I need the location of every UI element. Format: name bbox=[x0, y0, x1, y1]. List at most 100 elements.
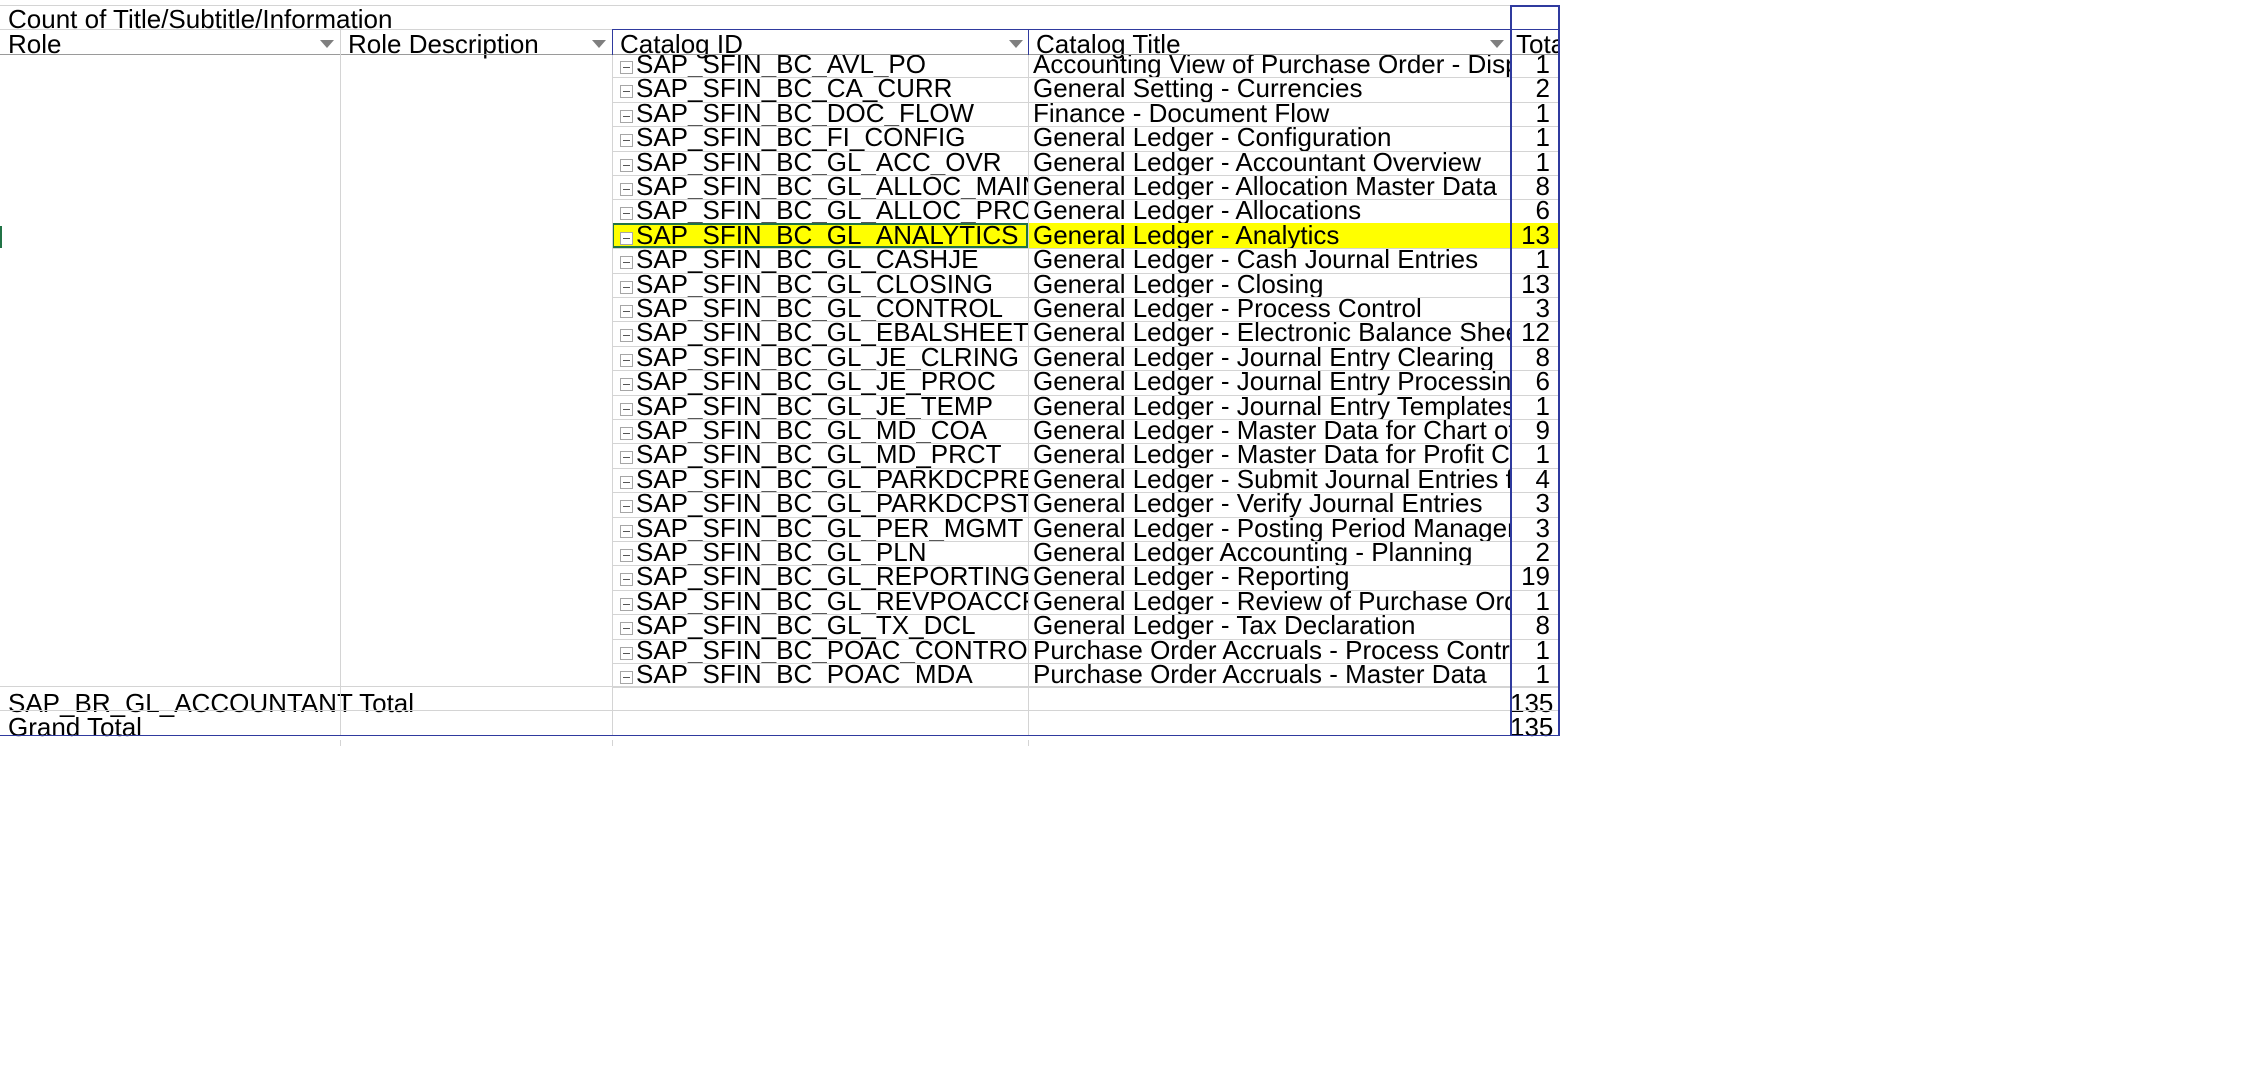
catalog-title-cell[interactable]: General Ledger - Journal Entry Templates bbox=[1028, 394, 1510, 419]
total-cell[interactable]: 8 bbox=[1511, 613, 1560, 638]
catalog-title-cell[interactable]: General Ledger - Journal Entry Clearing bbox=[1028, 345, 1510, 370]
collapse-button-icon[interactable] bbox=[620, 183, 633, 196]
catalog-title-cell[interactable]: General Ledger - Allocations bbox=[1028, 198, 1510, 223]
grand-total-label[interactable]: Grand Total bbox=[0, 710, 1500, 744]
catalog-title-cell[interactable]: General Ledger - Verify Journal Entries bbox=[1028, 491, 1510, 516]
collapse-button-icon[interactable] bbox=[620, 524, 633, 538]
grand-total-value[interactable]: 135 bbox=[1510, 710, 1560, 744]
catalog-title-cell[interactable]: Purchase Order Accruals - Process Contro… bbox=[1028, 638, 1510, 663]
collapse-button-icon[interactable] bbox=[620, 85, 633, 99]
total-cell[interactable]: 1 bbox=[1511, 101, 1560, 126]
collapse-button-icon[interactable] bbox=[620, 597, 633, 611]
total-cell[interactable]: 8 bbox=[1511, 345, 1560, 370]
collapse-button-icon[interactable] bbox=[620, 158, 633, 172]
total-cell[interactable]: 2 bbox=[1511, 540, 1560, 565]
catalog-id-cell[interactable]: SAP_SFIN_BC_GL_EBALSHEET bbox=[612, 320, 1028, 345]
collapse-button-icon[interactable] bbox=[620, 231, 633, 245]
catalog-id-cell[interactable]: SAP_SFIN_BC_GL_PER_MGMT bbox=[612, 516, 1028, 541]
catalog-id-filter-dropdown-icon[interactable] bbox=[1009, 40, 1023, 48]
catalog-id-cell[interactable]: SAP_SFIN_BC_GL_MD_COA bbox=[612, 418, 1028, 443]
total-cell[interactable]: 3 bbox=[1511, 296, 1560, 321]
catalog-id-cell[interactable]: SAP_SFIN_BC_GL_REPORTING bbox=[612, 564, 1028, 589]
catalog-id-cell[interactable]: SAP_SFIN_BC_DOC_FLOW bbox=[612, 101, 1028, 126]
role-filter-dropdown-icon[interactable] bbox=[320, 40, 334, 48]
catalog-title-cell[interactable]: Accounting View of Purchase Order - Disp… bbox=[1028, 52, 1510, 77]
collapse-button-icon[interactable] bbox=[620, 61, 633, 74]
catalog-id-cell[interactable]: SAP_SFIN_BC_GL_ACC_OVR bbox=[612, 150, 1028, 175]
collapse-button-icon[interactable] bbox=[620, 451, 633, 465]
catalog-title-cell[interactable]: General Ledger - Master Data for Chart o… bbox=[1028, 418, 1510, 443]
total-cell[interactable]: 6 bbox=[1511, 198, 1560, 223]
catalog-id-cell[interactable]: SAP_SFIN_BC_GL_CASHJE bbox=[612, 247, 1028, 272]
total-cell[interactable]: 1 bbox=[1511, 52, 1560, 77]
catalog-title-cell[interactable]: General Ledger - Accountant Overview bbox=[1028, 150, 1510, 175]
total-cell[interactable]: 9 bbox=[1511, 418, 1560, 443]
collapse-button-icon[interactable] bbox=[620, 280, 633, 294]
collapse-button-icon[interactable] bbox=[620, 622, 633, 636]
total-cell[interactable]: 4 bbox=[1511, 467, 1560, 492]
total-cell[interactable]: 1 bbox=[1511, 247, 1560, 272]
collapse-button-icon[interactable] bbox=[620, 549, 633, 562]
role-description-filter-dropdown-icon[interactable] bbox=[592, 40, 606, 48]
catalog-id-cell[interactable]: SAP_SFIN_BC_GL_MD_PRCT bbox=[612, 442, 1028, 467]
total-cell[interactable]: 1 bbox=[1511, 125, 1560, 150]
collapse-button-icon[interactable] bbox=[620, 329, 633, 343]
total-cell[interactable]: 1 bbox=[1511, 394, 1560, 419]
catalog-title-cell[interactable]: General Ledger - Analytics bbox=[1028, 222, 1510, 249]
catalog-title-cell[interactable]: General Ledger - Cash Journal Entries bbox=[1028, 247, 1510, 272]
catalog-id-cell[interactable]: SAP_SFIN_BC_GL_PLN bbox=[612, 540, 1028, 565]
catalog-id-cell[interactable]: SAP_SFIN_BC_FI_CONFIG bbox=[612, 125, 1028, 150]
collapse-button-icon[interactable] bbox=[620, 646, 633, 660]
catalog-id-cell[interactable]: SAP_SFIN_BC_GL_JE_CLRING bbox=[612, 345, 1028, 370]
collapse-button-icon[interactable] bbox=[620, 378, 633, 392]
total-cell[interactable]: 13 bbox=[1511, 272, 1560, 297]
catalog-title-cell[interactable]: General Setting - Currencies bbox=[1028, 76, 1510, 101]
catalog-id-cell[interactable]: SAP_SFIN_BC_AVL_PO bbox=[612, 52, 1028, 77]
catalog-title-filter-dropdown-icon[interactable] bbox=[1490, 40, 1504, 48]
total-cell[interactable]: 1 bbox=[1511, 589, 1560, 614]
collapse-button-icon[interactable] bbox=[620, 134, 633, 148]
total-cell[interactable]: 19 bbox=[1511, 564, 1560, 589]
catalog-title-cell[interactable]: General Ledger - Review of Purchase Orde… bbox=[1028, 589, 1510, 614]
total-cell[interactable]: 6 bbox=[1511, 369, 1560, 394]
header-role-description[interactable]: Role Description bbox=[340, 27, 612, 61]
catalog-title-cell[interactable]: General Ledger - Tax Declaration bbox=[1028, 613, 1510, 638]
total-cell[interactable]: 3 bbox=[1511, 516, 1560, 541]
catalog-id-cell[interactable]: SAP_SFIN_BC_GL_PARKDCPRE bbox=[612, 467, 1028, 492]
catalog-title-cell[interactable]: Purchase Order Accruals - Master Data bbox=[1028, 662, 1510, 687]
catalog-id-cell[interactable]: SAP_SFIN_BC_GL_ALLOC_MAINT bbox=[612, 174, 1028, 199]
collapse-button-icon[interactable] bbox=[620, 109, 633, 123]
catalog-id-cell[interactable]: SAP_SFIN_BC_POAC_MDA bbox=[612, 662, 1028, 687]
collapse-button-icon[interactable] bbox=[620, 427, 633, 440]
catalog-id-cell[interactable]: SAP_SFIN_BC_GL_JE_TEMP bbox=[612, 394, 1028, 419]
collapse-button-icon[interactable] bbox=[620, 671, 633, 684]
total-cell[interactable]: 1 bbox=[1511, 662, 1560, 687]
catalog-title-cell[interactable]: General Ledger - Submit Journal Entries … bbox=[1028, 467, 1510, 492]
catalog-title-cell[interactable]: General Ledger - Journal Entry Processin… bbox=[1028, 369, 1510, 394]
collapse-button-icon[interactable] bbox=[620, 573, 633, 587]
catalog-id-cell[interactable]: SAP_SFIN_BC_GL_CLOSING bbox=[612, 272, 1028, 297]
catalog-id-cell-selected[interactable]: SAP_SFIN_BC_GL_ANALYTICS bbox=[612, 222, 1028, 249]
catalog-title-cell[interactable]: Finance - Document Flow bbox=[1028, 101, 1510, 126]
catalog-id-cell[interactable]: SAP_SFIN_BC_GL_JE_PROC bbox=[612, 369, 1028, 394]
total-cell[interactable]: 2 bbox=[1511, 76, 1560, 101]
collapse-button-icon[interactable] bbox=[620, 256, 633, 270]
catalog-id-cell[interactable]: SAP_SFIN_BC_GL_PARKDCPST bbox=[612, 491, 1028, 516]
catalog-title-cell[interactable]: General Ledger - Electronic Balance Shee… bbox=[1028, 320, 1510, 345]
collapse-button-icon[interactable] bbox=[620, 305, 633, 318]
catalog-id-cell[interactable]: SAP_SFIN_BC_GL_CONTROL bbox=[612, 296, 1028, 321]
total-cell[interactable]: 1 bbox=[1511, 150, 1560, 175]
catalog-id-cell[interactable]: SAP_SFIN_BC_CA_CURR bbox=[612, 76, 1028, 101]
catalog-title-cell[interactable]: General Ledger - Configuration bbox=[1028, 125, 1510, 150]
header-role[interactable]: Role bbox=[0, 27, 340, 61]
catalog-title-cell[interactable]: General Ledger Accounting - Planning bbox=[1028, 540, 1510, 565]
collapse-button-icon[interactable] bbox=[620, 500, 633, 514]
collapse-button-icon[interactable] bbox=[620, 402, 633, 416]
collapse-button-icon[interactable] bbox=[620, 475, 633, 489]
catalog-title-cell[interactable]: General Ledger - Allocation Master Data bbox=[1028, 174, 1510, 199]
catalog-id-cell[interactable]: SAP_SFIN_BC_POAC_CONTROL bbox=[612, 638, 1028, 663]
catalog-id-cell[interactable]: SAP_SFIN_BC_GL_REVPOACCR bbox=[612, 589, 1028, 614]
total-cell[interactable]: 8 bbox=[1511, 174, 1560, 199]
catalog-title-cell[interactable]: General Ledger - Posting Period Manageme… bbox=[1028, 516, 1510, 541]
total-cell[interactable]: 3 bbox=[1511, 491, 1560, 516]
